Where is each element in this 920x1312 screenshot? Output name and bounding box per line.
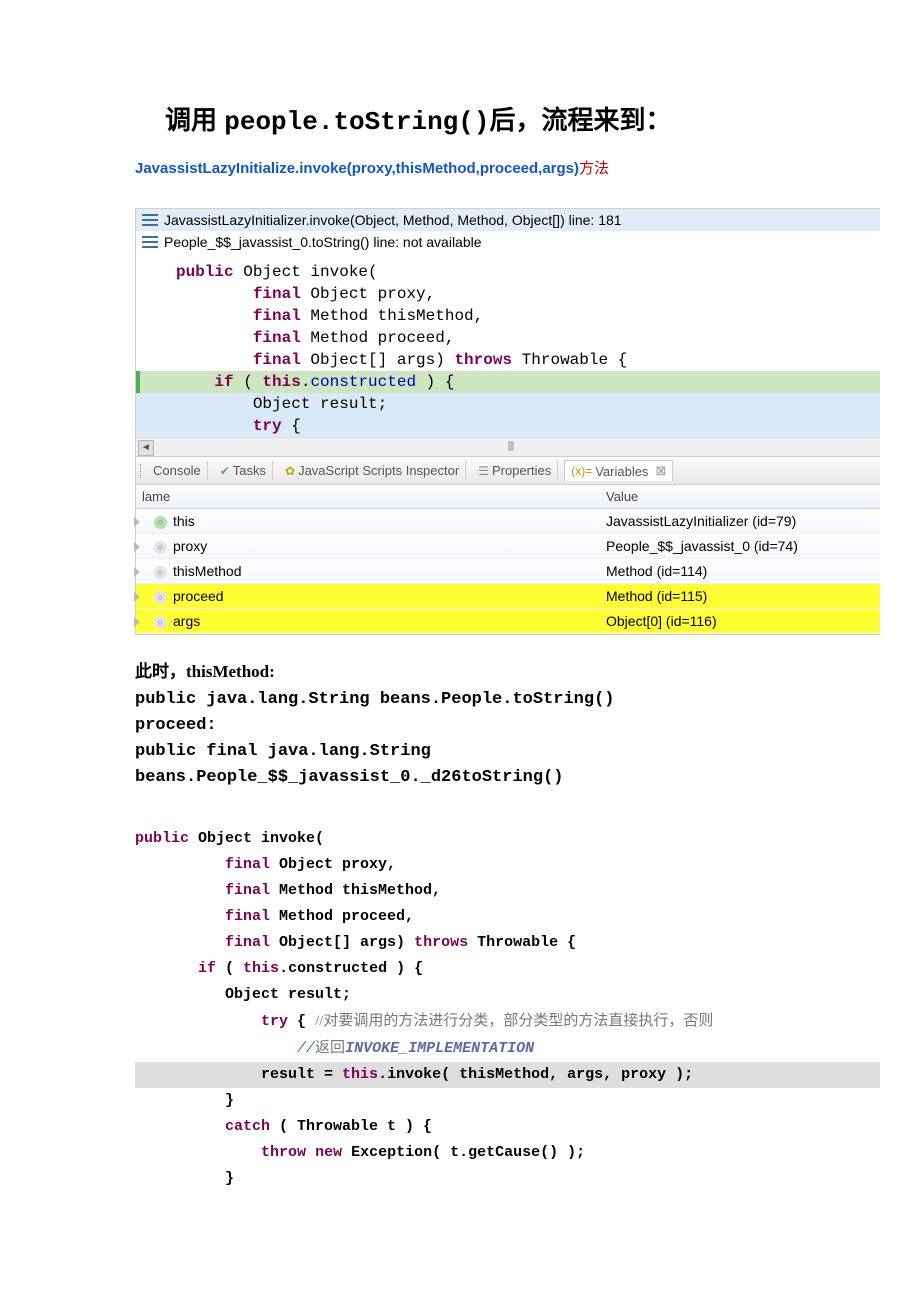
stack-frame[interactable]: JavassistLazyInitializer.invoke(Object, … xyxy=(136,209,880,231)
code-line: final Method proceed, xyxy=(136,327,880,349)
variable-icon: ○ xyxy=(154,516,167,529)
page-title: 调用 people.toString()后，流程来到： xyxy=(165,100,880,137)
variable-icon: ○ xyxy=(154,566,167,579)
ide-panel: JavassistLazyInitializer.invoke(Object, … xyxy=(135,208,880,635)
stack-frame-label: People_$$_javassist_0.toString() line: n… xyxy=(164,234,482,250)
code-line: Object result; xyxy=(136,393,880,415)
variable-icon: ○ xyxy=(154,616,167,629)
variable-row[interactable]: ○ proxy People_$$_javassist_0 (id=74) xyxy=(136,534,880,559)
tab-console[interactable]: Console xyxy=(147,461,208,480)
variable-name: thisMethod xyxy=(173,563,241,579)
properties-icon: ☰ xyxy=(478,464,489,478)
stack-frame-icon xyxy=(142,236,158,248)
stack-frame-icon xyxy=(142,214,158,226)
tab-properties[interactable]: ☰Properties xyxy=(472,461,558,480)
expand-icon[interactable] xyxy=(134,517,140,527)
variable-value: Method (id=115) xyxy=(600,584,880,608)
column-value[interactable]: Value xyxy=(600,485,880,508)
stack-frame-label: JavassistLazyInitializer.invoke(Object, … xyxy=(164,212,622,228)
code-line: public Object invoke( xyxy=(136,261,880,283)
checkmark-icon: ✔ xyxy=(220,464,230,478)
explanation-text: 此时，thisMethod: public java.lang.String b… xyxy=(135,659,880,791)
variable-value: Object[0] (id=116) xyxy=(600,609,880,633)
variable-name: this xyxy=(173,513,195,529)
variables-icon: (x)= xyxy=(571,464,592,478)
code-listing: public Object invoke( final Object proxy… xyxy=(135,826,880,1192)
code-line-current: if ( this.constructed ) { xyxy=(136,371,880,393)
expand-icon[interactable] xyxy=(134,592,140,602)
variable-value: People_$$_javassist_0 (id=74) xyxy=(600,534,880,558)
code-line: final Object proxy, xyxy=(136,283,880,305)
highlighted-line: result = this.invoke( thisMethod, args, … xyxy=(135,1062,880,1088)
code-line: try { xyxy=(136,415,880,437)
variables-header: lame Value xyxy=(136,484,880,509)
script-icon: ✿ xyxy=(285,464,295,478)
bottom-tabs: Console ✔Tasks ✿JavaScript Scripts Inspe… xyxy=(136,456,880,484)
title-post: 后，流程来到： xyxy=(489,105,671,135)
source-code: public Object invoke( final Object proxy… xyxy=(136,253,880,437)
stack-frame[interactable]: People_$$_javassist_0.toString() line: n… xyxy=(136,231,880,253)
variable-value: Method (id=114) xyxy=(600,559,880,583)
scroll-thumb[interactable] xyxy=(508,441,514,451)
tab-js-inspector[interactable]: ✿JavaScript Scripts Inspector xyxy=(279,461,466,480)
variables-body: ○ this JavassistLazyInitializer (id=79) ○ pr… xyxy=(136,509,880,634)
expand-icon[interactable] xyxy=(134,567,140,577)
subtitle: JavassistLazyInitialize.invoke(proxy,thi… xyxy=(135,157,880,178)
expand-icon[interactable] xyxy=(134,542,140,552)
variable-row[interactable]: ○ proceed Method (id=115) xyxy=(136,584,880,609)
variable-name: proceed xyxy=(173,588,224,604)
subtitle-method: JavassistLazyInitialize.invoke(proxy,thi… xyxy=(135,160,579,177)
code-line: final Object[] args) throws Throwable { xyxy=(136,349,880,371)
variable-name: proxy xyxy=(173,538,207,554)
horizontal-scrollbar[interactable]: ◄ xyxy=(136,437,880,456)
variable-row[interactable]: ○ thisMethod Method (id=114) xyxy=(136,559,880,584)
title-code: people.toString() xyxy=(224,107,489,137)
code-line: final Method thisMethod, xyxy=(136,305,880,327)
subtitle-suffix: 方法 xyxy=(579,160,609,177)
variable-icon: ○ xyxy=(154,591,167,604)
variable-icon: ○ xyxy=(154,541,167,554)
tab-variables[interactable]: (x)= Variables ⊠ xyxy=(564,460,673,481)
tab-grip-icon xyxy=(140,464,143,478)
title-pre: 调用 xyxy=(165,105,224,135)
variable-value: JavassistLazyInitializer (id=79) xyxy=(600,509,880,533)
scroll-left-icon[interactable]: ◄ xyxy=(138,440,154,456)
variable-row[interactable]: ○ args Object[0] (id=116) xyxy=(136,609,880,634)
tab-tasks[interactable]: ✔Tasks xyxy=(214,461,273,480)
variable-row[interactable]: ○ this JavassistLazyInitializer (id=79) xyxy=(136,509,880,534)
column-name[interactable]: lame xyxy=(136,485,600,508)
variable-name: args xyxy=(173,613,200,629)
expand-icon[interactable] xyxy=(134,617,140,627)
close-icon[interactable]: ⊠ xyxy=(655,463,666,479)
